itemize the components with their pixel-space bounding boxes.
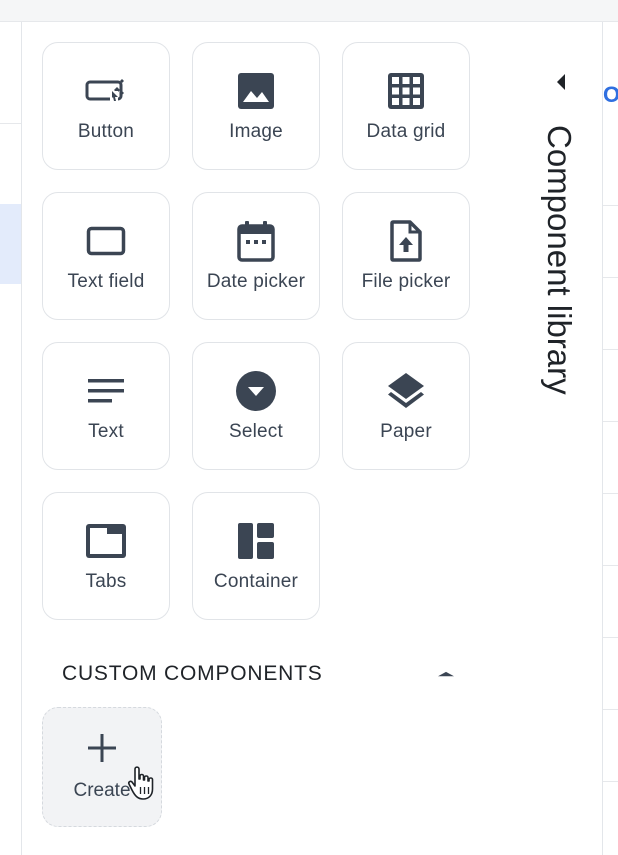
divider — [603, 277, 618, 278]
button-icon — [43, 71, 169, 111]
hand-pointer-cursor-icon — [127, 765, 157, 806]
divider — [603, 565, 618, 566]
left-pane-edge — [0, 22, 22, 855]
component-data-grid[interactable]: Data grid — [342, 42, 470, 170]
divider — [603, 781, 618, 782]
custom-components-header: CUSTOM COMPONENTS — [62, 662, 462, 692]
dashboard-layout-icon — [193, 521, 319, 561]
divider — [0, 123, 21, 124]
grid-icon — [343, 71, 469, 111]
file-upload-icon — [343, 220, 469, 262]
component-library-toggle-label[interactable]: Component library — [538, 125, 578, 455]
tabs-icon — [43, 521, 169, 561]
text-lines-icon — [43, 371, 169, 411]
component-container[interactable]: Container — [192, 492, 320, 620]
right-pane-edge: O — [602, 22, 618, 855]
text-field-icon — [43, 221, 169, 261]
divider — [603, 637, 618, 638]
component-label: Container — [213, 571, 299, 592]
component-button[interactable]: Button — [42, 42, 170, 170]
component-label: Image — [229, 121, 283, 142]
component-label: Select — [228, 421, 283, 442]
divider — [603, 493, 618, 494]
component-label: Date picker — [206, 271, 306, 292]
component-label: Data grid — [366, 121, 446, 142]
caret-up-icon[interactable] — [434, 662, 458, 686]
component-library-panel: Button Image Data grid Text field Date p… — [22, 22, 602, 855]
dropdown-circle-icon — [193, 371, 319, 411]
component-date-picker[interactable]: Date picker — [192, 192, 320, 320]
component-label: Button — [77, 121, 135, 142]
image-icon — [193, 71, 319, 111]
plus-icon — [43, 732, 161, 769]
top-bar — [0, 0, 618, 22]
divider — [603, 349, 618, 350]
component-label: Text — [88, 421, 124, 442]
component-label: Tabs — [85, 571, 127, 592]
component-label: Text field — [67, 271, 145, 292]
component-text-field[interactable]: Text field — [42, 192, 170, 320]
component-image[interactable]: Image — [192, 42, 320, 170]
divider — [603, 709, 618, 710]
layers-icon — [343, 371, 469, 411]
component-text[interactable]: Text — [42, 342, 170, 470]
component-file-picker[interactable]: File picker — [342, 192, 470, 320]
component-label: File picker — [361, 271, 451, 292]
section-title: CUSTOM COMPONENTS — [62, 662, 323, 685]
selected-row-highlight[interactable] — [0, 204, 21, 284]
divider — [603, 205, 618, 206]
truncated-text: O — [603, 82, 618, 107]
component-tabs[interactable]: Tabs — [42, 492, 170, 620]
calendar-icon — [193, 221, 319, 262]
component-select[interactable]: Select — [192, 342, 320, 470]
caret-left-icon[interactable] — [553, 70, 573, 94]
divider — [603, 421, 618, 422]
component-paper[interactable]: Paper — [342, 342, 470, 470]
component-label: Paper — [380, 421, 432, 442]
